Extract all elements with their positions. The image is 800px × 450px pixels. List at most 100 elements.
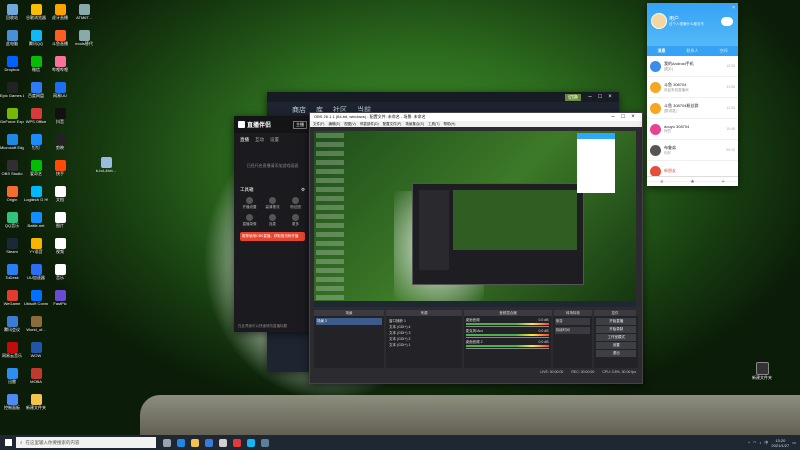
input-language[interactable]: 中	[764, 440, 768, 446]
desktop-icon[interactable]: OBS Studio	[0, 158, 24, 184]
desktop-icon[interactable]: 音乐	[48, 262, 72, 288]
obs-transition-item[interactable]: 持续时间	[554, 327, 591, 334]
desktop-icon[interactable]: 迅雷	[0, 366, 24, 392]
zhibo-tab[interactable]: 互动	[255, 137, 264, 143]
qq-tab[interactable]: 联系人	[687, 48, 699, 54]
taskbar-search[interactable]: ⌕ 在这里输入你要搜索的内容	[16, 437, 156, 448]
minimize-icon[interactable]: –	[608, 114, 618, 120]
close-icon[interactable]: ×	[628, 114, 638, 120]
desktop-icon[interactable]: 回收站	[0, 2, 24, 28]
desktop-icon[interactable]: WPS Office	[24, 106, 48, 132]
zhibo-tool[interactable]: 直播录像	[238, 214, 261, 227]
desktop-icon[interactable]: Logitech G HUB	[24, 184, 48, 210]
zhibo-tab[interactable]: 设置	[270, 137, 279, 143]
desktop-icon[interactable]: Ubisoft Connect	[24, 288, 48, 314]
add-icon[interactable]: +	[722, 179, 725, 185]
desktop-icon[interactable]: Battle.net	[24, 210, 48, 236]
qq-window[interactable]: 用户 这个人很懒什么都没写 × 消息 联系人 空间 我的Android手机 [图片] 1…	[647, 3, 738, 186]
qq-message-row[interactable]: 斗鱼 308704 欢迎来到直播间 11:56	[647, 77, 738, 98]
volume-icon[interactable]: ♪	[759, 440, 761, 445]
qq-message-row[interactable]: 我的Android手机 [图片] 12:05	[647, 56, 738, 77]
desktop-file-icon[interactable]: b-bd-4fcb...	[94, 155, 118, 181]
obs-control-button[interactable]: 设置	[596, 342, 636, 349]
desktop-icon[interactable]: GeForce Experience	[0, 106, 24, 132]
qq-tab[interactable]: 空间	[720, 48, 728, 54]
taskbar-app-task-view[interactable]	[160, 435, 174, 450]
desktop-icon[interactable]: 网易UU	[48, 80, 72, 106]
desktop-icon[interactable]: 图片	[48, 210, 72, 236]
zhibo-toolbox-settings-icon[interactable]: ⚙	[301, 187, 305, 193]
desktop-icon[interactable]: MOBA	[24, 366, 48, 392]
desktop-icon[interactable]: Dropbox	[0, 54, 24, 80]
obs-volume-slider[interactable]	[465, 326, 549, 327]
network-icon[interactable]: ◠	[753, 440, 757, 445]
obs-menu-item[interactable]: 编辑(E)	[328, 122, 340, 127]
qq-message-row[interactable]: 斗鱼 308704粉丝群 [群消息] 11:30	[647, 98, 738, 119]
desktop-icon[interactable]: 钉钉	[24, 132, 48, 158]
obs-menu-item[interactable]: 场景集合(S)	[405, 122, 424, 127]
desktop-icon[interactable]: 谷歌浏览器	[24, 2, 48, 28]
desktop-icon[interactable]: 控制面板	[0, 392, 24, 418]
zhibo-banner[interactable]: 推荐使用OBS直播，获取推流码开播	[240, 232, 305, 241]
desktop-icon[interactable]: 此电脑	[0, 28, 24, 54]
desktop-icon[interactable]: 新建文件夹	[24, 392, 48, 418]
taskbar-app-edge[interactable]	[174, 435, 188, 450]
zhibo-tool[interactable]: 粉丝团	[284, 197, 307, 210]
qq-message-row[interactable]: douyu 308704 好的 10:48	[647, 119, 738, 140]
taskbar-app-explorer[interactable]	[188, 435, 202, 450]
qzone-icon[interactable]: ★	[690, 179, 694, 185]
close-icon[interactable]: ×	[732, 5, 735, 11]
close-icon[interactable]: ×	[605, 94, 615, 100]
desktop-icon[interactable]: 剪映	[48, 132, 72, 158]
desktop-icon[interactable]: 虎牙直播	[48, 2, 72, 28]
desktop-icon[interactable]: 网易云音乐	[0, 340, 24, 366]
back-window-switch-button[interactable]: 切换	[564, 93, 581, 101]
desktop-icon[interactable]: ATM6T...	[72, 2, 96, 28]
start-button[interactable]	[0, 435, 16, 450]
obs-transition-item[interactable]: 渐变	[554, 318, 591, 325]
zhibo-tool[interactable]: 更多	[284, 214, 307, 227]
desktop-icon[interactable]: WeGame	[0, 288, 24, 314]
desktop-icon[interactable]: 腾讯会议	[0, 314, 24, 340]
desktop-icon[interactable]: YY语音	[24, 236, 48, 262]
menu-icon[interactable]: ≡	[660, 179, 663, 185]
obs-control-button[interactable]: 工作室模式	[596, 334, 636, 341]
zhibo-tool[interactable]: 高清推流	[261, 197, 284, 210]
qq-tab[interactable]: 消息	[658, 48, 666, 54]
desktop-icon[interactable]: WOW	[24, 340, 48, 366]
desktop-icon[interactable]: 微信	[24, 54, 48, 80]
obs-menu-item[interactable]: 视图(V)	[344, 122, 356, 127]
desktop-folder-icon[interactable]: 新建文件夹	[750, 360, 774, 386]
obs-volume-slider[interactable]	[465, 348, 549, 349]
obs-preview[interactable]	[314, 131, 636, 307]
back-window-tab[interactable]: 商店	[292, 105, 306, 115]
desktop-icon[interactable]: Microsoft Edge	[0, 132, 24, 158]
desktop-icon[interactable]: FastPic	[48, 288, 72, 314]
desktop-icon[interactable]: 腾讯QQ	[24, 28, 48, 54]
obs-source-item[interactable]: 文本 (GDI+) 1	[388, 342, 460, 348]
zhibo-tool[interactable]: 连麦	[261, 214, 284, 227]
desktop-icon[interactable]: ToDesk	[0, 262, 24, 288]
obs-control-button[interactable]: 退出	[596, 350, 636, 357]
obs-menu-item[interactable]: 工具(T)	[428, 122, 439, 127]
minimize-icon[interactable]: –	[585, 94, 595, 100]
chevron-up-icon[interactable]: ^	[748, 440, 750, 445]
desktop-icon[interactable]: mods替代	[72, 28, 96, 54]
zhibo-tab[interactable]: 直播	[240, 137, 249, 143]
maximize-icon[interactable]: □	[618, 114, 628, 120]
desktop-icon[interactable]: 快手	[48, 158, 72, 184]
obs-menu-item[interactable]: 配置文件(P)	[383, 122, 402, 127]
desktop-icon[interactable]: Steam	[0, 236, 24, 262]
obs-menu-item[interactable]: 文件(F)	[313, 122, 324, 127]
desktop-icon[interactable]: 百度网盘	[24, 80, 48, 106]
desktop-icon[interactable]: UU加速器	[24, 262, 48, 288]
desktop-icon[interactable]: 爱奇艺	[24, 158, 48, 184]
desktop-icon[interactable]: 哔哩哔哩	[48, 54, 72, 80]
desktop-icon[interactable]: Epic Games Launcher	[0, 80, 24, 106]
obs-control-button[interactable]: 开始直播	[596, 318, 636, 325]
obs-menu-item[interactable]: 帮助(H)	[444, 122, 456, 127]
obs-scene-item[interactable]: 场景 2	[316, 318, 382, 325]
notification-icon[interactable]: ▭	[792, 440, 796, 445]
taskbar-app-obs[interactable]	[216, 435, 230, 450]
obs-window[interactable]: OBS 26.1.1 (64-bit, windows) - 配置文件: 未命名…	[309, 112, 643, 384]
